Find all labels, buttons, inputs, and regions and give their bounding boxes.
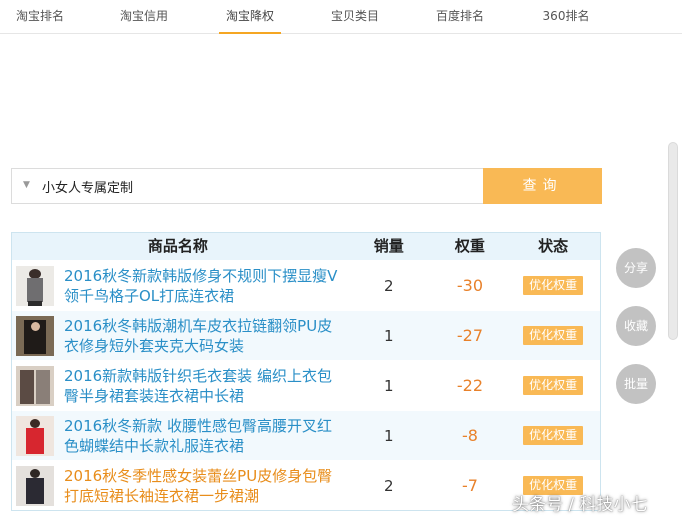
header-sales: 销量 bbox=[373, 237, 404, 255]
status-cell: 优化权重 bbox=[506, 311, 600, 360]
table-row: 2016秋冬新款 收腰性感包臀高腰开叉红色蝴蝶结中长款礼服连衣裙 1 -8 优化… bbox=[12, 410, 600, 460]
table-row: 2016新款韩版针织毛衣套装 编织上衣包臀半身裙套装连衣裙中长裙 1 -22 优… bbox=[12, 360, 600, 410]
product-name-link[interactable]: 2016秋冬新款 收腰性感包臀高腰开叉红色蝴蝶结中长款礼服连衣裙 bbox=[64, 416, 344, 456]
status-cell: 优化权重 bbox=[506, 261, 600, 310]
product-name-link[interactable]: 2016秋冬韩版潮机车皮衣拉链翻领PU皮衣修身短外套夹克大码女装 bbox=[64, 316, 344, 356]
product-name-link[interactable]: 2016新款韩版针织毛衣套装 编织上衣包臀半身裙套装连衣裙中长裙 bbox=[64, 366, 344, 406]
tab-item-category[interactable]: 宝贝类目 bbox=[325, 0, 385, 34]
product-thumbnail[interactable] bbox=[16, 465, 54, 506]
optimize-weight-button[interactable]: 优化权重 bbox=[523, 276, 584, 295]
name-cell: 2016秋冬新款韩版修身不规则下摆显瘦V领千鸟格子OL打底连衣裙 bbox=[12, 261, 344, 310]
name-cell: 2016秋冬季性感女装蕾丝PU皮修身包臀打底短裙长袖连衣裙一步裙潮 bbox=[12, 461, 344, 510]
share-button[interactable]: 分享 bbox=[616, 248, 656, 288]
optimize-weight-button[interactable]: 优化权重 bbox=[523, 426, 584, 445]
optimize-weight-button[interactable]: 优化权重 bbox=[523, 376, 584, 395]
query-button[interactable]: 查询 bbox=[483, 168, 602, 204]
sales-value: 2 bbox=[383, 477, 394, 495]
watermark: 头条号 / 科技小七 bbox=[512, 495, 648, 515]
weight-value: -7 bbox=[461, 476, 478, 495]
table-row: 2016秋冬新款韩版修身不规则下摆显瘦V领千鸟格子OL打底连衣裙 2 -30 优… bbox=[12, 260, 600, 310]
batch-button[interactable]: 批量 bbox=[616, 364, 656, 404]
product-table: 商品名称 销量 权重 状态 2016秋冬新款韩版修身不规则下摆显瘦V领千鸟格子O… bbox=[11, 232, 601, 511]
header-weight: 权重 bbox=[454, 237, 485, 255]
weight-value: -30 bbox=[456, 276, 483, 295]
status-cell: 优化权重 bbox=[506, 361, 600, 410]
sales-value: 1 bbox=[383, 327, 394, 345]
table-row: 2016秋冬韩版潮机车皮衣拉链翻领PU皮衣修身短外套夹克大码女装 1 -27 优… bbox=[12, 310, 600, 360]
sales-value: 1 bbox=[383, 427, 394, 445]
tab-taobao-credit[interactable]: 淘宝信用 bbox=[114, 0, 174, 34]
name-cell: 2016秋冬新款 收腰性感包臀高腰开叉红色蝴蝶结中长款礼服连衣裙 bbox=[12, 411, 344, 460]
weight-value: -27 bbox=[456, 326, 483, 345]
product-name-link[interactable]: 2016秋冬季性感女装蕾丝PU皮修身包臀打底短裙长袖连衣裙一步裙潮 bbox=[64, 466, 344, 506]
sales-value: 2 bbox=[383, 277, 394, 295]
tab-baidu-ranking[interactable]: 百度排名 bbox=[430, 0, 490, 34]
name-cell: 2016新款韩版针织毛衣套装 编织上衣包臀半身裙套装连衣裙中长裙 bbox=[12, 361, 344, 410]
product-thumbnail[interactable] bbox=[16, 415, 54, 456]
collect-button[interactable]: 收藏 bbox=[616, 306, 656, 346]
tab-360-ranking[interactable]: 360排名 bbox=[538, 0, 594, 34]
status-cell: 优化权重 bbox=[506, 411, 600, 460]
tab-taobao-demotion[interactable]: 淘宝降权 bbox=[219, 0, 281, 34]
header-status: 状态 bbox=[538, 237, 569, 255]
table-header: 商品名称 销量 权重 状态 bbox=[12, 233, 600, 260]
sales-value: 1 bbox=[383, 377, 394, 395]
product-thumbnail[interactable] bbox=[16, 265, 54, 306]
scrollbar[interactable] bbox=[668, 142, 678, 340]
product-name-link[interactable]: 2016秋冬新款韩版修身不规则下摆显瘦V领千鸟格子OL打底连衣裙 bbox=[64, 266, 344, 306]
weight-value: -22 bbox=[456, 376, 483, 395]
name-cell: 2016秋冬韩版潮机车皮衣拉链翻领PU皮衣修身短外套夹克大码女装 bbox=[12, 311, 344, 360]
optimize-weight-button[interactable]: 优化权重 bbox=[523, 326, 584, 345]
product-thumbnail[interactable] bbox=[16, 365, 54, 406]
header-name: 商品名称 bbox=[147, 237, 208, 255]
tab-bar: 淘宝排名 淘宝信用 淘宝降权 宝贝类目 百度排名 360排名 bbox=[0, 0, 682, 34]
tab-taobao-ranking[interactable]: 淘宝排名 bbox=[10, 0, 70, 34]
weight-value: -8 bbox=[461, 426, 478, 445]
search-box: ▼ bbox=[11, 168, 483, 204]
search-input[interactable] bbox=[42, 169, 472, 203]
dropdown-caret-icon[interactable]: ▼ bbox=[23, 180, 30, 190]
search-bar: ▼ 查询 bbox=[11, 168, 602, 204]
product-thumbnail[interactable] bbox=[16, 315, 54, 356]
